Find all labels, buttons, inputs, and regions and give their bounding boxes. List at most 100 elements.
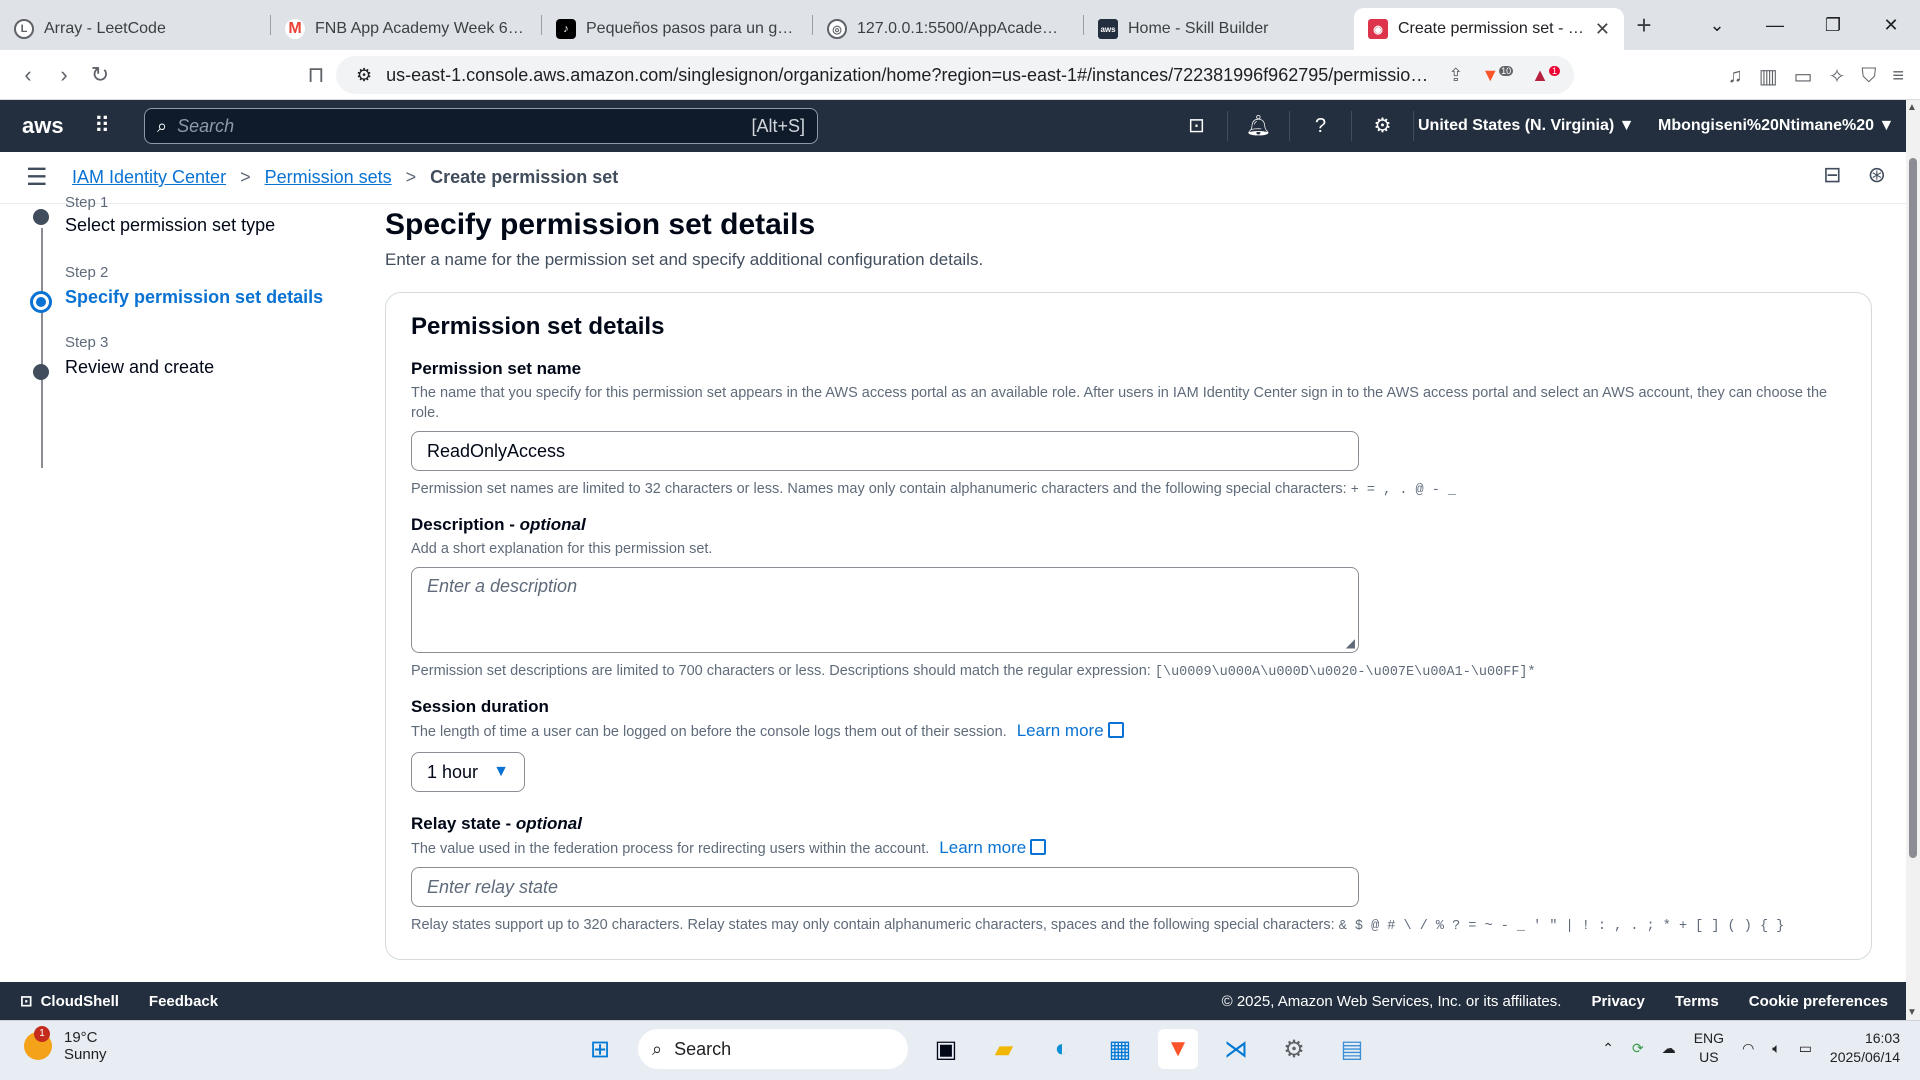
notifications-icon[interactable]: 🔔︎ [1228, 111, 1290, 141]
field-constraint: Permission set names are limited to 32 c… [411, 479, 1846, 501]
cookie-preferences-link[interactable]: Cookie preferences [1749, 993, 1888, 1010]
close-window-icon[interactable]: ✕ [1862, 15, 1920, 36]
field-label: Relay state - optional [411, 814, 1846, 834]
hamburger-menu-icon[interactable]: ☰ [26, 163, 72, 192]
scroll-up-icon[interactable]: ▲ [1907, 102, 1917, 113]
volume-icon[interactable]: 🔈︎ [1772, 1040, 1780, 1057]
settings-icon[interactable]: ⚙ [1352, 111, 1414, 141]
feedback-panel-icon[interactable]: ⊛ [1868, 162, 1886, 188]
restore-icon[interactable]: ❐ [1804, 15, 1862, 36]
cloudshell-icon: ⊡ [20, 993, 33, 1010]
wallet-icon[interactable]: ▭ [1794, 64, 1813, 89]
back-icon[interactable]: ‹ [10, 62, 46, 88]
page-scrollbar[interactable]: ▲ ▼ [1906, 100, 1920, 1020]
breadcrumb-permission-sets[interactable]: Permission sets [265, 167, 392, 188]
notepad-icon[interactable]: ▤ [1332, 1029, 1372, 1069]
field-constraint: Relay states support up to 320 character… [411, 915, 1846, 937]
close-tab-icon[interactable]: ✕ [1595, 19, 1610, 40]
forward-icon[interactable]: › [46, 62, 82, 88]
wifi-icon[interactable]: ◠ [1742, 1040, 1754, 1057]
chevron-up-icon[interactable]: ⌃ [1602, 1040, 1614, 1057]
selected-value: 1 hour [427, 761, 479, 782]
aws-logo[interactable]: aws [22, 113, 64, 139]
brave-badge: 10 [1499, 65, 1514, 76]
sync-icon[interactable]: ⟳ [1632, 1040, 1644, 1057]
field-hint: Add a short explanation for this permiss… [411, 541, 713, 557]
weather-widget[interactable]: 1 19°C Sunny [24, 1026, 107, 1063]
media-icon[interactable]: ♫ [1728, 65, 1743, 88]
brave-icon[interactable]: ▼ [1158, 1029, 1198, 1069]
session-duration-field: Session duration The length of time a us… [411, 697, 1846, 792]
task-view-icon[interactable]: ▣ [926, 1029, 966, 1069]
share-icon[interactable]: ⇪ [1448, 65, 1463, 86]
aws-search-input[interactable]: ⌕ Search [Alt+S] [144, 108, 818, 144]
brave-rewards-icon[interactable]: ▲ 1 [1531, 65, 1560, 86]
breadcrumb-iam-identity-center[interactable]: IAM Identity Center [72, 167, 226, 188]
edge-icon[interactable]: ◐ [1042, 1029, 1082, 1069]
help-icon[interactable]: ? [1290, 111, 1352, 141]
step-1[interactable]: Step 1 Select permission set type [30, 194, 360, 264]
aws-footer: ⊡ CloudShell Feedback © 2025, Amazon Web … [0, 982, 1906, 1020]
file-explorer-icon[interactable]: ▰ [984, 1029, 1024, 1069]
browser-tab-active[interactable]: ◉ Create permission set - Ste ✕ [1354, 8, 1624, 50]
sidebar-icon[interactable]: ▥ [1759, 64, 1778, 89]
feedback-button[interactable]: Feedback [149, 993, 218, 1010]
info-panel-icon[interactable]: ⊟ [1823, 162, 1841, 188]
address-bar: ‹ › ↻ ⊓ ⚙ us-east-1.console.aws.amazon.c… [0, 50, 1920, 100]
label-text: Relay state - [411, 814, 516, 833]
url-field[interactable]: ⚙ us-east-1.console.aws.amazon.com/singl… [336, 56, 1574, 94]
cloudshell-icon[interactable]: ⊡ [1166, 111, 1228, 141]
learn-more-link[interactable]: Learn more [939, 838, 1047, 857]
bookmark-icon[interactable]: ⊓ [298, 62, 334, 88]
onedrive-icon[interactable]: ☁ [1662, 1040, 1676, 1057]
minimize-icon[interactable]: — [1746, 15, 1804, 36]
step-label: Select permission set type [65, 215, 276, 235]
cloudshell-button[interactable]: ⊡ CloudShell [20, 992, 119, 1011]
clock[interactable]: 16:03 2025/06/14 [1830, 1029, 1900, 1067]
vscode-icon[interactable]: ⋊ [1216, 1029, 1256, 1069]
learn-more-link[interactable]: Learn more [1017, 721, 1124, 740]
browser-tab[interactable]: ♪ Pequeños pasos para un gran p [542, 8, 812, 50]
session-duration-select[interactable]: 1 hour ▼ [411, 752, 525, 792]
external-link-icon [1107, 722, 1124, 738]
reload-icon[interactable]: ↻ [82, 62, 118, 88]
store-icon[interactable]: ▦ [1100, 1029, 1140, 1069]
menu-icon[interactable]: ≡ [1892, 65, 1904, 88]
chevron-right-icon: > [240, 167, 251, 187]
browser-extensions: ♫ ▥ ▭ ✧ ⛉ ≡ [1728, 64, 1904, 89]
vpn-icon[interactable]: ⛉ [1861, 65, 1876, 88]
leetcode-icon: L [14, 19, 34, 39]
region-selector[interactable]: United States (N. Virginia) ▼ [1418, 100, 1634, 152]
permission-set-name-input[interactable]: ReadOnlyAccess [411, 431, 1359, 471]
brave-shield-icon[interactable]: ▼ 10 [1481, 65, 1514, 86]
relay-state-input[interactable]: Enter relay state [411, 867, 1359, 907]
scrollbar-thumb[interactable] [1909, 158, 1917, 858]
constraint-text: Permission set descriptions are limited … [411, 663, 1151, 679]
browser-tab[interactable]: L Array - LeetCode [0, 8, 270, 50]
settings-icon[interactable]: ⚙ [1274, 1029, 1314, 1069]
scroll-down-icon[interactable]: ▼ [1907, 1007, 1917, 1018]
browser-tab[interactable]: M FNB App Academy Week 6 - nt [271, 8, 541, 50]
browser-tab[interactable]: ◎ 127.0.0.1:5500/AppAcademyWe [813, 8, 1083, 50]
windows-start-icon[interactable]: ⊞ [580, 1029, 620, 1069]
battery-icon[interactable]: ▭ [1799, 1040, 1812, 1057]
description-textarea[interactable]: Enter a description ◢ [411, 567, 1359, 653]
tab-search-icon[interactable]: ⌄ [1688, 15, 1746, 36]
learn-more-text: Learn more [1016, 721, 1104, 740]
privacy-link[interactable]: Privacy [1591, 993, 1644, 1010]
browser-tab[interactable]: aws Home - Skill Builder [1084, 8, 1354, 50]
language-indicator[interactable]: ENG US [1694, 1029, 1724, 1067]
taskbar-search[interactable]: ⌕ Search [638, 1029, 908, 1069]
external-link-icon [1030, 839, 1047, 855]
tab-title: Home - Skill Builder [1128, 20, 1269, 37]
new-tab-button[interactable]: + [1624, 10, 1664, 41]
account-menu[interactable]: Mbongiseni%20Ntimane%20 ▼ [1658, 100, 1894, 152]
site-settings-icon[interactable]: ⚙ [356, 65, 372, 86]
hint-text: The value used in the federation process… [411, 841, 930, 857]
globe-icon: ◎ [827, 19, 847, 39]
copyright-text: © 2025, Amazon Web Services, Inc. or its… [1221, 992, 1562, 1010]
services-grid-icon[interactable]: ⠿ [94, 113, 110, 139]
resize-grip-icon[interactable]: ◢ [1346, 636, 1355, 650]
terms-link[interactable]: Terms [1675, 993, 1719, 1010]
leo-ai-icon[interactable]: ✧ [1829, 64, 1846, 89]
